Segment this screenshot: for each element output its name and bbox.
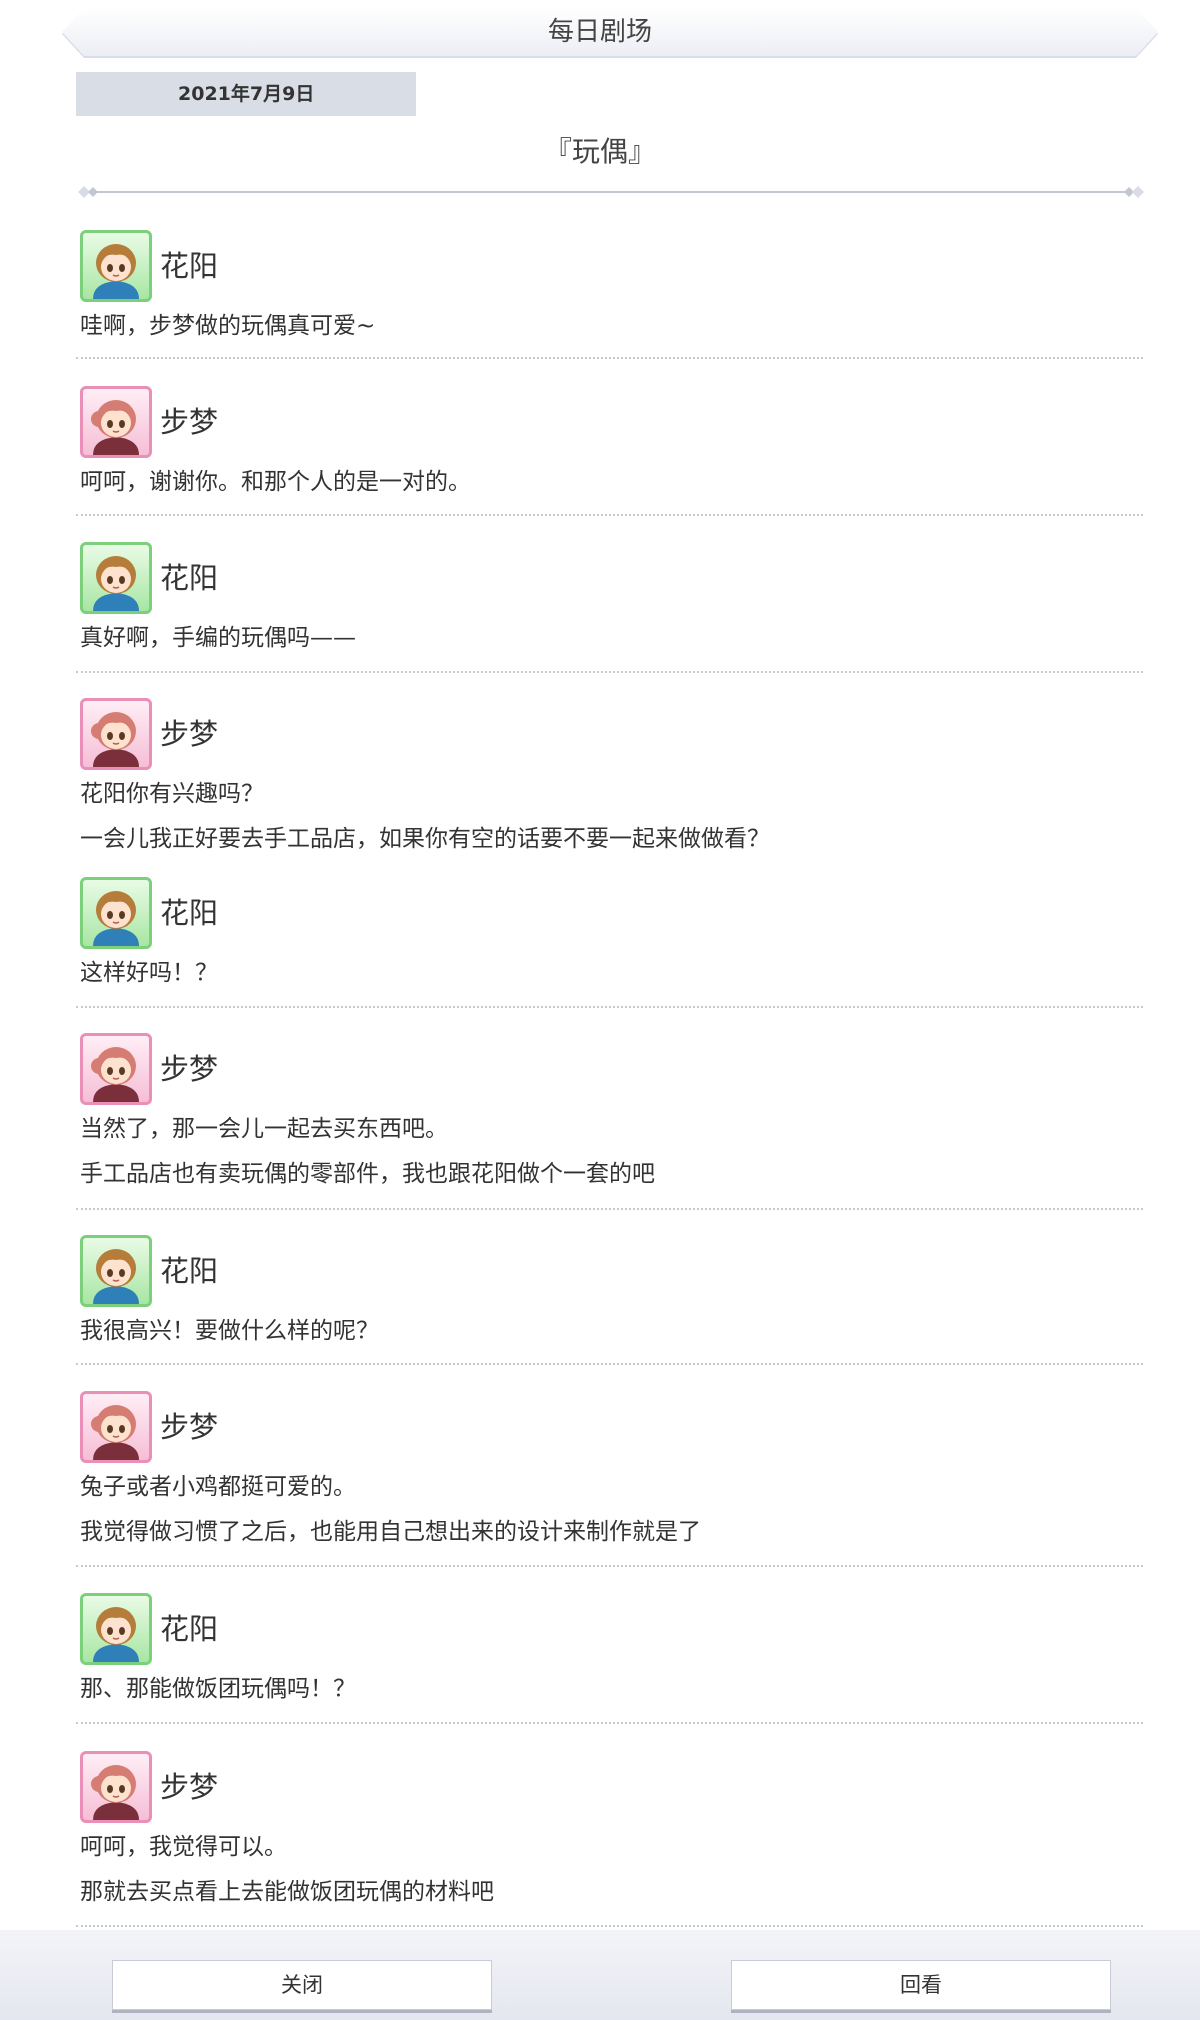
speaker-name: 步梦 [160, 1770, 219, 1804]
dialogue-line: 那就去买点看上去能做饭团玩偶的材料吧 [80, 1879, 494, 1905]
avatar-hanayo [80, 877, 152, 949]
dialogue-line: 我觉得做习惯了之后，也能用自己想出来的设计来制作就是了 [80, 1519, 701, 1545]
dialogue-separator [76, 1722, 1143, 1724]
dialogue-line: 一会儿我正好要去手工品店，如果你有空的话要不要一起来做做看？ [80, 826, 770, 852]
avatar-ayumu [80, 1391, 152, 1463]
dialogue-line: 呵呵，我觉得可以。 [80, 1834, 287, 1860]
speaker-name: 花阳 [160, 249, 219, 283]
dialogue-separator [76, 1006, 1143, 1008]
dialogue-separator [76, 1565, 1143, 1567]
dialogue-line: 呵呵，谢谢你。和那个人的是一对的。 [80, 469, 471, 495]
avatar-hanayo [80, 542, 152, 614]
speaker-name: 花阳 [160, 561, 219, 595]
speaker-name: 花阳 [160, 1254, 219, 1288]
speaker-name: 步梦 [160, 1410, 219, 1444]
dialogue-log[interactable]: 花阳 哇啊，步梦做的玩偶真可爱~ 步梦 呵呵，谢谢你。和那个人的是一对的。 花阳 真好啊，… [0, 0, 1200, 1940]
replay-button[interactable]: 回看 [731, 1960, 1111, 2010]
avatar-hanayo [80, 1235, 152, 1307]
avatar-ayumu [80, 1033, 152, 1105]
speaker-name: 步梦 [160, 1052, 219, 1086]
speaker-name: 花阳 [160, 896, 219, 930]
dialogue-separator [76, 1925, 1143, 1927]
dialogue-line: 花阳你有兴趣吗？ [80, 781, 264, 807]
dialogue-line: 当然了，那一会儿一起去买东西吧。 [80, 1116, 448, 1142]
dialogue-line: 那、那能做饭团玩偶吗！？ [80, 1676, 356, 1702]
dialogue-line: 真好啊，手编的玩偶吗—— [80, 625, 356, 651]
dialogue-line: 哇啊，步梦做的玩偶真可爱~ [80, 313, 376, 339]
avatar-ayumu [80, 698, 152, 770]
dialogue-line: 手工品店也有卖玩偶的零部件，我也跟花阳做个一套的吧 [80, 1161, 655, 1187]
speaker-name: 花阳 [160, 1612, 219, 1646]
speaker-name: 步梦 [160, 405, 219, 439]
avatar-ayumu [80, 1751, 152, 1823]
dialogue-separator [76, 357, 1143, 359]
dialogue-separator [76, 671, 1143, 673]
avatar-hanayo [80, 230, 152, 302]
dialogue-separator [76, 514, 1143, 516]
dialogue-separator [76, 1208, 1143, 1210]
dialogue-line: 我很高兴！要做什么样的呢？ [80, 1318, 379, 1344]
avatar-hanayo [80, 1593, 152, 1665]
dialogue-line: 这样好吗！？ [80, 960, 218, 986]
avatar-ayumu [80, 386, 152, 458]
close-button[interactable]: 关闭 [112, 1960, 492, 2010]
speaker-name: 步梦 [160, 717, 219, 751]
dialogue-separator [76, 1363, 1143, 1365]
dialogue-line: 兔子或者小鸡都挺可爱的。 [80, 1474, 356, 1500]
